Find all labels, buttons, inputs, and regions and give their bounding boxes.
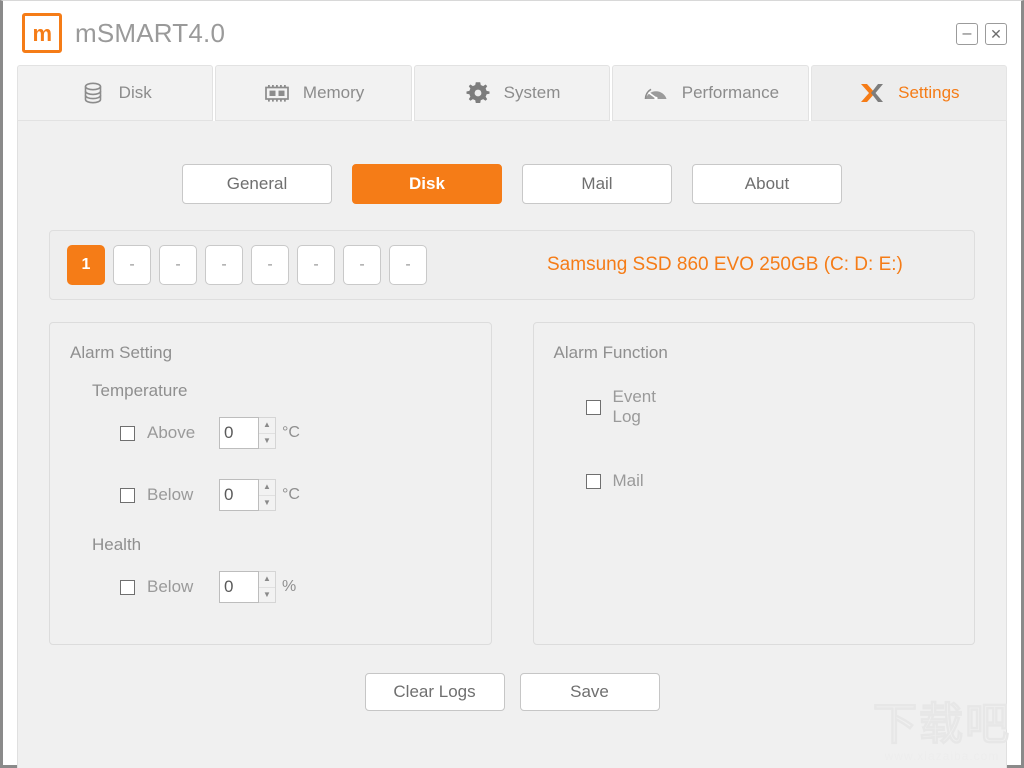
subtab-disk[interactable]: Disk bbox=[352, 164, 502, 204]
temperature-below-spin-up[interactable]: ▲ bbox=[259, 480, 275, 496]
logo-letter: m bbox=[32, 21, 52, 46]
tab-settings[interactable]: Settings bbox=[810, 65, 1008, 121]
temperature-heading: Temperature bbox=[92, 381, 188, 400]
temperature-below-stepper: ▲ ▼ bbox=[219, 479, 276, 511]
alarm-function-group: Alarm Function Event Log Mail bbox=[532, 322, 975, 645]
alarm-setting-body: Temperature Above ▲ ▼ bbox=[70, 381, 300, 603]
health-below-spin-down[interactable]: ▼ bbox=[259, 588, 275, 603]
main-tab-strip: Disk Memory System Performance Settings bbox=[3, 59, 1021, 121]
subtab-general[interactable]: General bbox=[182, 164, 332, 204]
tab-label-settings: Settings bbox=[898, 83, 960, 102]
settings-x-icon bbox=[858, 79, 886, 107]
application-window: m mSMART4.0 – ✕ Disk Memory System Perfo… bbox=[0, 0, 1024, 768]
temperature-below-checkbox-row: Below bbox=[120, 485, 219, 505]
tab-performance[interactable]: Performance bbox=[612, 65, 809, 121]
close-button[interactable]: ✕ bbox=[985, 23, 1007, 45]
settings-panels: Alarm Setting Temperature Above ▲ ▼ bbox=[49, 322, 975, 645]
temperature-below-label: Below bbox=[147, 485, 194, 504]
alarm-function-body: Event Log Mail bbox=[585, 387, 685, 491]
window-controls: – ✕ bbox=[956, 23, 1007, 45]
health-below-spin-up[interactable]: ▲ bbox=[259, 572, 275, 588]
disk-slot-6[interactable]: - bbox=[297, 245, 335, 285]
mail-label: Mail bbox=[612, 471, 644, 490]
brand: m mSMART4.0 bbox=[22, 13, 225, 53]
health-below-checkbox-row: Below bbox=[120, 577, 219, 597]
event-log-label: Event Log bbox=[612, 387, 656, 426]
health-below-input[interactable] bbox=[219, 571, 259, 603]
event-log-checkbox[interactable] bbox=[585, 399, 601, 415]
selected-disk-name: Samsung SSD 860 EVO 250GB (C: D: E:) bbox=[547, 254, 903, 275]
temperature-above-spin-buttons: ▲ ▼ bbox=[259, 417, 276, 449]
health-below-checkbox[interactable] bbox=[120, 579, 135, 595]
temperature-above-spin-down[interactable]: ▼ bbox=[259, 434, 275, 449]
health-below-unit: % bbox=[282, 578, 297, 595]
disk-slot-3[interactable]: - bbox=[159, 245, 197, 285]
disk-icon bbox=[79, 79, 107, 107]
alarm-setting-title: Alarm Setting bbox=[70, 343, 173, 362]
health-below-spin-buttons: ▲ ▼ bbox=[259, 571, 276, 603]
disk-selector-bar: 1 - - - - - - - Samsung SSD 860 EVO 250G… bbox=[49, 230, 975, 300]
alarm-setting-group: Alarm Setting Temperature Above ▲ ▼ bbox=[49, 322, 492, 645]
event-log-row: Event Log bbox=[585, 387, 685, 427]
tab-system[interactable]: System bbox=[413, 65, 611, 121]
title-bar: m mSMART4.0 – ✕ bbox=[3, 1, 1021, 59]
temperature-below-unit: °C bbox=[282, 486, 300, 503]
health-below-stepper: ▲ ▼ bbox=[219, 571, 276, 603]
memory-icon bbox=[263, 79, 291, 107]
temperature-below-row: Below ▲ ▼ °C bbox=[120, 479, 300, 511]
health-below-row: Below ▲ ▼ % bbox=[120, 571, 300, 603]
gear-icon bbox=[464, 79, 492, 107]
tab-memory[interactable]: Memory bbox=[215, 65, 412, 121]
temperature-above-row: Above ▲ ▼ °C bbox=[120, 417, 300, 449]
tab-label-performance: Performance bbox=[681, 83, 780, 102]
app-title: mSMART4.0 bbox=[75, 17, 226, 48]
disk-slot-group: 1 - - - - - - - bbox=[67, 245, 427, 285]
subtab-about[interactable]: About bbox=[692, 164, 842, 204]
settings-subtab-strip: General Disk Mail About bbox=[18, 121, 1006, 204]
disk-slot-1[interactable]: 1 bbox=[67, 245, 105, 285]
temperature-below-input[interactable] bbox=[219, 479, 259, 511]
temperature-above-label: Above bbox=[147, 423, 196, 442]
disk-slot-8[interactable]: - bbox=[389, 245, 427, 285]
app-logo-icon: m bbox=[22, 13, 62, 53]
content-panel: General Disk Mail About 1 - - - - - - - … bbox=[17, 121, 1007, 768]
mail-checkbox[interactable] bbox=[585, 473, 601, 489]
tab-label-memory: Memory bbox=[302, 83, 365, 102]
disk-slot-5[interactable]: - bbox=[251, 245, 289, 285]
temperature-above-input[interactable] bbox=[219, 417, 259, 449]
disk-slot-4[interactable]: - bbox=[205, 245, 243, 285]
clear-logs-button[interactable]: Clear Logs bbox=[364, 673, 505, 711]
minimize-button[interactable]: – bbox=[956, 23, 978, 45]
temperature-below-checkbox[interactable] bbox=[120, 487, 135, 503]
health-heading: Health bbox=[92, 535, 142, 554]
tab-label-disk: Disk bbox=[118, 83, 152, 102]
temperature-below-spin-buttons: ▲ ▼ bbox=[259, 479, 276, 511]
health-below-label: Below bbox=[147, 577, 194, 596]
temperature-below-spin-down[interactable]: ▼ bbox=[259, 496, 275, 511]
alarm-function-title: Alarm Function bbox=[553, 343, 668, 362]
temperature-above-stepper: ▲ ▼ bbox=[219, 417, 276, 449]
mail-row: Mail bbox=[585, 471, 685, 491]
disk-slot-7[interactable]: - bbox=[343, 245, 381, 285]
tab-label-system: System bbox=[503, 83, 561, 102]
tab-disk[interactable]: Disk bbox=[17, 65, 214, 121]
subtab-mail[interactable]: Mail bbox=[522, 164, 672, 204]
temperature-above-checkbox[interactable] bbox=[120, 425, 135, 441]
temperature-above-unit: °C bbox=[282, 424, 300, 441]
disk-slot-2[interactable]: - bbox=[113, 245, 151, 285]
save-button[interactable]: Save bbox=[519, 673, 660, 711]
speedometer-icon bbox=[642, 79, 670, 107]
temperature-above-checkbox-row: Above bbox=[120, 423, 219, 443]
footer-buttons: Clear Logs Save bbox=[18, 673, 1006, 711]
temperature-above-spin-up[interactable]: ▲ bbox=[259, 418, 275, 434]
